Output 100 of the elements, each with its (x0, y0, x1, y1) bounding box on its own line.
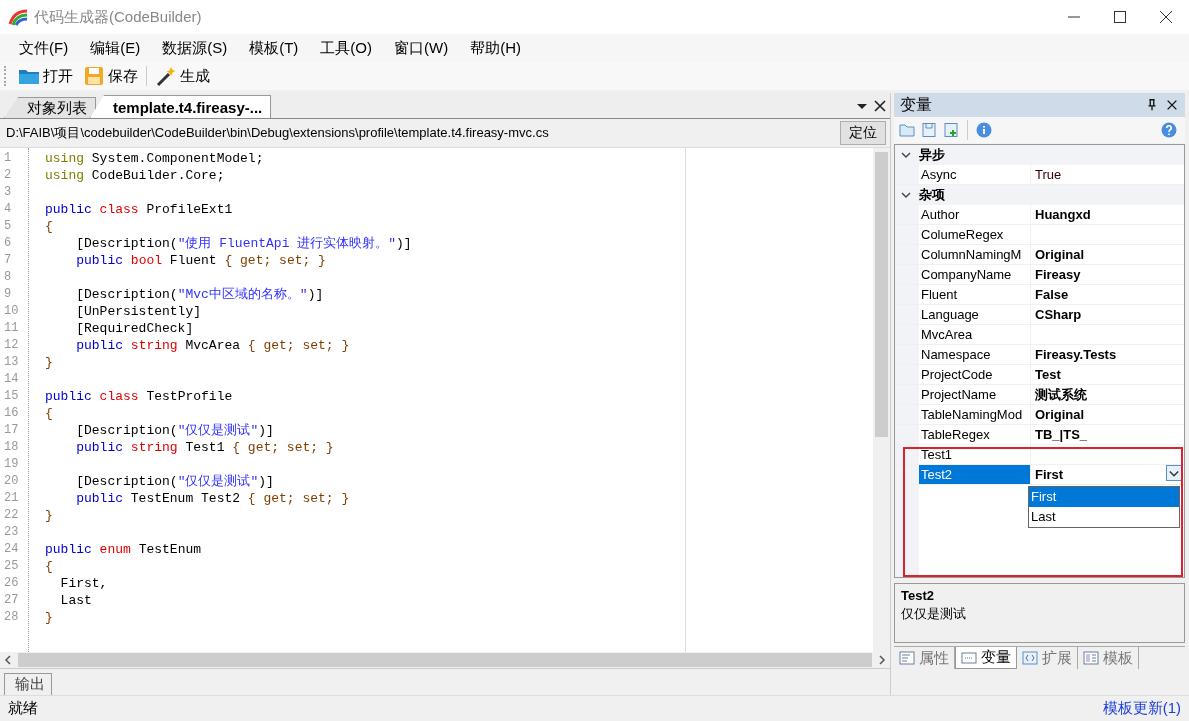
document-tab[interactable]: template.t4.fireasy-... (90, 95, 272, 118)
line-number: 22 (3, 507, 20, 524)
property-value[interactable]: Test (1035, 365, 1184, 384)
property-value[interactable]: True (1035, 165, 1184, 184)
line-number: 5 (3, 218, 13, 235)
toolbar-button[interactable]: 保存 (79, 63, 142, 89)
dropdown-option[interactable]: First (1029, 487, 1179, 507)
vertical-scrollbar[interactable] (873, 148, 890, 652)
code-line: using System.ComponentModel; (45, 150, 265, 167)
line-number: 23 (3, 524, 20, 541)
line-number: 24 (3, 541, 20, 558)
code-line: Last (59, 592, 93, 609)
code-line: using CodeBuilder.Core; (45, 167, 226, 184)
line-number: 25 (3, 558, 20, 575)
line-number: 11 (3, 320, 20, 337)
line-number: 20 (3, 473, 20, 490)
property-name[interactable]: ProjectCode (919, 365, 1031, 384)
line-number: 21 (3, 490, 20, 507)
code-line: [RequiredCheck] (75, 320, 195, 337)
close-icon[interactable] (1165, 98, 1179, 112)
code-line: public class ProfileExt1 (45, 201, 234, 218)
line-number: 27 (3, 592, 20, 609)
info-icon[interactable] (976, 122, 992, 138)
document-tab[interactable]: 对象列表 (4, 97, 96, 118)
property-name[interactable]: ColumeRegex (919, 225, 1031, 244)
code-line: public class TestProfile (45, 388, 234, 405)
property-name[interactable]: Async (919, 165, 1031, 184)
code-line: [Description("仅仅是测试")] (75, 473, 275, 490)
line-number: 12 (3, 337, 20, 354)
description-title: Test2 (901, 588, 935, 603)
property-value[interactable]: False (1035, 285, 1184, 304)
magic-wand-icon (155, 65, 177, 87)
template-update-link[interactable]: 模板更新(1) (1102, 699, 1181, 718)
property-name[interactable]: Language (919, 305, 1031, 324)
line-number: 10 (3, 303, 20, 320)
variable-icon (961, 650, 977, 665)
dropdown-button[interactable] (1166, 465, 1182, 481)
list-icon (899, 651, 915, 665)
line-number: 15 (3, 388, 20, 405)
line-number: 4 (3, 201, 13, 218)
property-name[interactable]: CompanyName (919, 265, 1031, 284)
status-text: 就绪 (8, 699, 39, 718)
property-name[interactable]: Test2 (919, 465, 1031, 484)
maximize-icon (1114, 11, 1126, 23)
save-as-icon[interactable] (943, 122, 959, 138)
code-line: } (45, 354, 54, 371)
dropdown-option[interactable]: Last (1029, 507, 1179, 527)
menu-item[interactable]: 帮助(H) (459, 34, 532, 62)
property-name[interactable]: MvcArea (919, 325, 1031, 344)
property-value[interactable]: Fireasy (1035, 265, 1184, 284)
property-name[interactable]: ColumnNamingM (919, 245, 1031, 264)
property-name[interactable]: TableNamingMod (919, 405, 1031, 424)
file-path: D:\FAIB\项目\codebuilder\CodeBuilder\bin\Debug\extensions\profile\template.t4.fireasy-mvc.cs (6, 124, 550, 142)
chevron-icon[interactable] (901, 190, 911, 200)
line-number: 3 (3, 184, 13, 201)
code-line: } (45, 609, 54, 626)
property-name[interactable]: Author (919, 205, 1031, 224)
panel-tab[interactable]: 模板 (1078, 647, 1139, 669)
menu-item[interactable]: 文件(F) (8, 34, 80, 62)
output-tab[interactable]: 输出 (4, 673, 52, 695)
help-icon[interactable] (1161, 122, 1177, 138)
line-number: 6 (3, 235, 13, 252)
code-line: { (45, 405, 54, 422)
folder-icon[interactable] (899, 122, 915, 138)
line-number: 28 (3, 609, 20, 626)
property-name[interactable]: ProjectName (919, 385, 1031, 404)
locate-button[interactable]: 定位 (840, 121, 886, 145)
property-value[interactable]: TB_|TS_ (1035, 425, 1184, 444)
close-icon (1160, 11, 1172, 23)
property-value[interactable]: First (1035, 465, 1166, 484)
line-number: 14 (3, 371, 20, 388)
toolbar-button[interactable]: 打开 (14, 63, 77, 89)
panel-tab[interactable]: 扩展 (1017, 647, 1078, 669)
property-name[interactable]: Fluent (919, 285, 1031, 304)
menu-item[interactable]: 编辑(E) (79, 34, 152, 62)
toolbar-button[interactable]: 生成 (151, 63, 214, 89)
property-value[interactable]: CSharp (1035, 305, 1184, 324)
property-value[interactable]: Huangxd (1035, 205, 1184, 224)
close-icon[interactable] (872, 98, 888, 114)
panel-tab[interactable]: 变量 (955, 647, 1017, 669)
category-label: 杂项 (919, 186, 945, 204)
panel-tab[interactable]: 属性 (894, 647, 955, 669)
code-line: public string MvcArea { get; set; } (75, 337, 351, 354)
menu-item[interactable]: 数据源(S) (151, 34, 239, 62)
template-icon (1083, 651, 1099, 665)
property-value[interactable]: Original (1035, 405, 1184, 424)
line-number: 1 (3, 150, 13, 167)
line-number: 18 (3, 439, 20, 456)
category-label: 异步 (919, 146, 945, 164)
property-name[interactable]: Namespace (919, 345, 1031, 364)
chevron-icon[interactable] (901, 150, 911, 160)
menu-item[interactable]: 工具(O) (309, 34, 383, 62)
code-line: First, (59, 575, 109, 592)
property-name[interactable]: TableRegex (919, 425, 1031, 444)
property-value[interactable]: Fireasy.Tests (1035, 345, 1184, 364)
menu-item[interactable]: 模板(T) (238, 34, 310, 62)
code-line: [Description("Mvc中区域的名称。")] (75, 286, 325, 303)
menu-item[interactable]: 窗口(W) (383, 34, 460, 62)
property-value[interactable]: 测试系统 (1035, 385, 1184, 404)
property-value[interactable]: Original (1035, 245, 1184, 264)
